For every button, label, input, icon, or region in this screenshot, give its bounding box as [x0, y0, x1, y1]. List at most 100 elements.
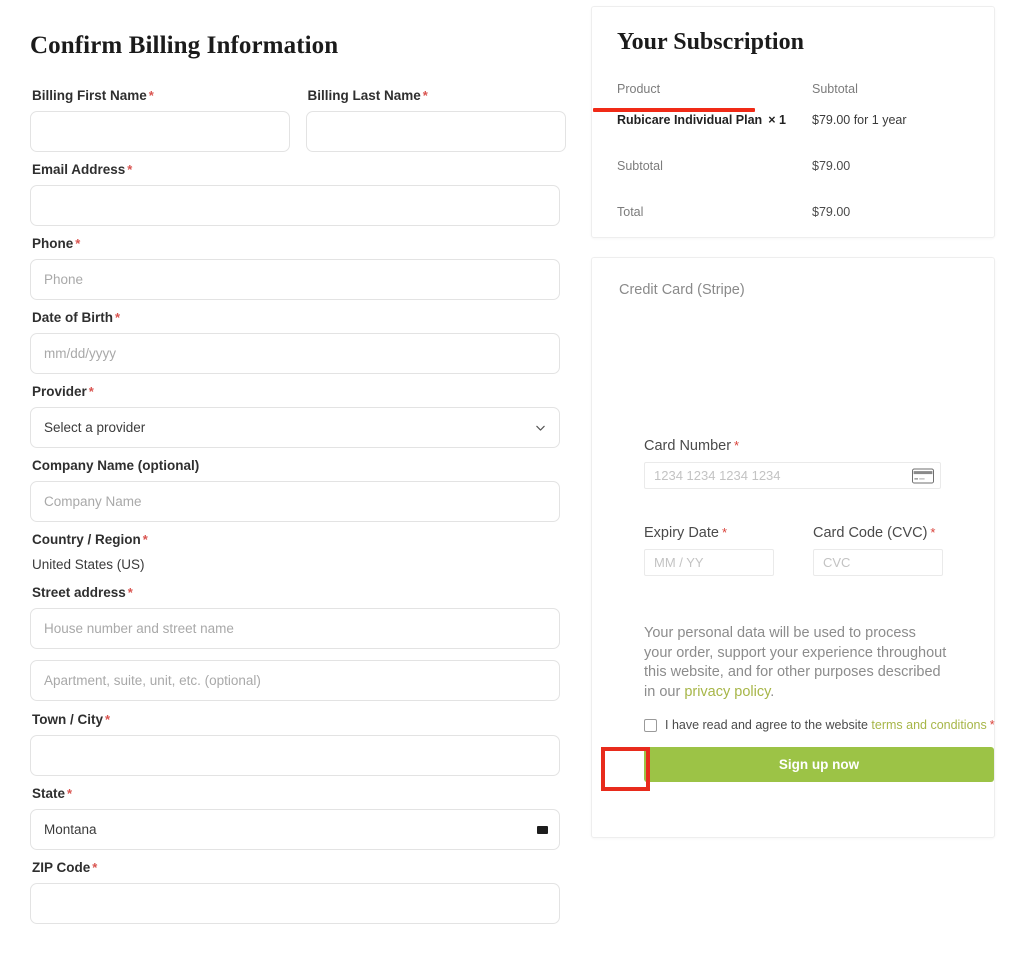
provider-select-box[interactable]: Select a provider [30, 407, 560, 448]
required-asterisk: * [88, 384, 94, 399]
label-town-city: Town / City * [32, 712, 560, 728]
required-asterisk: * [127, 585, 133, 600]
subtotal-value: $79.00 [812, 159, 851, 173]
label-text: Billing Last Name [307, 88, 421, 103]
required-asterisk: * [92, 860, 98, 875]
date-of-birth-input[interactable] [30, 333, 560, 374]
summary-total-row: Total $79.00 [617, 203, 969, 221]
required-asterisk: * [989, 718, 995, 732]
privacy-notice: Your personal data will be used to proce… [618, 624, 948, 702]
privacy-notice-period: . [770, 683, 775, 700]
label-text: Billing First Name [32, 88, 147, 103]
column-header-product: Product [617, 82, 661, 96]
required-asterisk: * [127, 162, 133, 177]
label-text: Street address [32, 585, 126, 600]
page-title: Confirm Billing Information [30, 32, 339, 59]
apartment-input[interactable] [30, 660, 560, 701]
line-item-price: $79.00 for 1 year [812, 113, 907, 127]
line-item-quantity: × 1 [768, 113, 786, 127]
summary-subtotal-row: Subtotal $79.00 [617, 157, 969, 175]
field-billing-last-name: Billing Last Name * [305, 88, 566, 152]
field-card-code: Card Code (CVC) * [813, 525, 943, 576]
label-text: Expiry Date [644, 525, 719, 541]
label-text: Country / Region [32, 532, 141, 547]
terms-and-conditions-link[interactable]: terms and conditions [871, 718, 986, 732]
label-text: State [32, 786, 66, 801]
label-provider: Provider * [32, 384, 560, 400]
field-provider: Provider * Select a provider [30, 384, 560, 448]
checkout-page: Confirm Billing Information Billing Firs… [0, 0, 1024, 977]
billing-form-column: Confirm Billing Information Billing Firs… [0, 0, 590, 977]
field-billing-first-name: Billing First Name * [30, 88, 290, 152]
label-street-address: Street address * [32, 585, 560, 601]
required-asterisk: * [142, 532, 148, 547]
state-select-box[interactable]: Montana [30, 809, 560, 850]
label-card-code: Card Code (CVC) * [813, 525, 943, 541]
terms-agreement-row: I have read and agree to the website ter… [644, 718, 995, 732]
label-text: Email Address [32, 162, 126, 177]
expiry-date-input[interactable] [644, 549, 774, 576]
subtotal-label: Subtotal [617, 159, 663, 173]
card-code-input[interactable] [813, 549, 943, 576]
label-text: Phone [32, 236, 74, 251]
label-text: Provider [32, 384, 87, 399]
label-country-region: Country / Region * [32, 532, 560, 548]
field-state: State * Montana [30, 786, 560, 850]
company-name-input[interactable] [30, 481, 560, 522]
field-apartment [30, 660, 560, 701]
provider-selected-value: Select a provider [44, 420, 146, 435]
billing-first-name-input[interactable] [30, 111, 290, 152]
required-asterisk: * [422, 88, 428, 103]
label-text: Date of Birth [32, 310, 113, 325]
required-asterisk: * [75, 236, 81, 251]
field-email: Email Address * [30, 162, 560, 226]
required-asterisk: * [930, 525, 936, 540]
label-date-of-birth: Date of Birth * [32, 310, 560, 326]
summary-line-item-row: Rubicare Individual Plan × 1 $79.00 for 1… [617, 111, 969, 129]
required-asterisk: * [105, 712, 111, 727]
label-company-name: Company Name (optional) [32, 458, 200, 473]
stripe-card-fields: Card Number* Expiry Date* [618, 438, 968, 576]
field-country-region: Country / Region * United States (US) [30, 532, 560, 575]
billing-last-name-input[interactable] [305, 111, 566, 152]
field-date-of-birth: Date of Birth * [30, 310, 560, 374]
street-address-input[interactable] [30, 608, 560, 649]
subscription-title: Your Subscription [617, 29, 804, 55]
label-state: State * [32, 786, 560, 802]
total-label: Total [617, 205, 644, 219]
total-value: $79.00 [812, 205, 851, 219]
label-phone: Phone * [32, 236, 560, 252]
zip-code-input[interactable] [30, 883, 560, 924]
terms-prefix-text: I have read and agree to the website [665, 718, 872, 732]
field-town-city: Town / City * [30, 712, 560, 776]
provider-select[interactable]: Select a provider [30, 407, 560, 448]
label-text: Card Code (CVC) [813, 525, 928, 541]
label-billing-last-name: Billing Last Name * [308, 88, 561, 104]
label-text: Town / City [32, 712, 103, 727]
required-asterisk: * [115, 310, 121, 325]
field-expiry-date: Expiry Date * [644, 525, 774, 576]
order-summary-column: Your Subscription Product Subtotal Rubic… [591, 0, 1024, 977]
town-city-input[interactable] [30, 735, 560, 776]
payment-gateway-title: Credit Card (Stripe) [619, 282, 745, 298]
card-number-wrapper [644, 462, 941, 489]
line-item-name: Rubicare Individual Plan [617, 113, 763, 127]
sign-up-now-button[interactable]: Sign up now [644, 747, 994, 782]
required-asterisk: * [67, 786, 73, 801]
field-company-name: Company Name (optional) [30, 458, 560, 522]
card-expiry-cvc-row: Expiry Date* Card Code (CVC)* [644, 525, 968, 576]
email-input[interactable] [30, 185, 560, 226]
state-selected-value: Montana [44, 822, 97, 837]
label-billing-first-name: Billing First Name * [32, 88, 285, 104]
terms-label: I have read and agree to the website ter… [665, 718, 995, 732]
terms-checkbox[interactable] [644, 718, 657, 732]
privacy-policy-link[interactable]: privacy policy [684, 684, 770, 700]
line-item-highlight-underline [593, 108, 755, 112]
payment-card: Credit Card (Stripe) Card Number * 1234 … [591, 257, 995, 838]
field-zip-code: ZIP Code * [30, 860, 560, 924]
card-number-input[interactable] [644, 462, 941, 489]
state-select[interactable]: Montana [30, 809, 560, 850]
label-zip-code: ZIP Code * [32, 860, 560, 876]
column-header-subtotal: Subtotal [812, 82, 858, 96]
phone-input[interactable] [30, 259, 560, 300]
